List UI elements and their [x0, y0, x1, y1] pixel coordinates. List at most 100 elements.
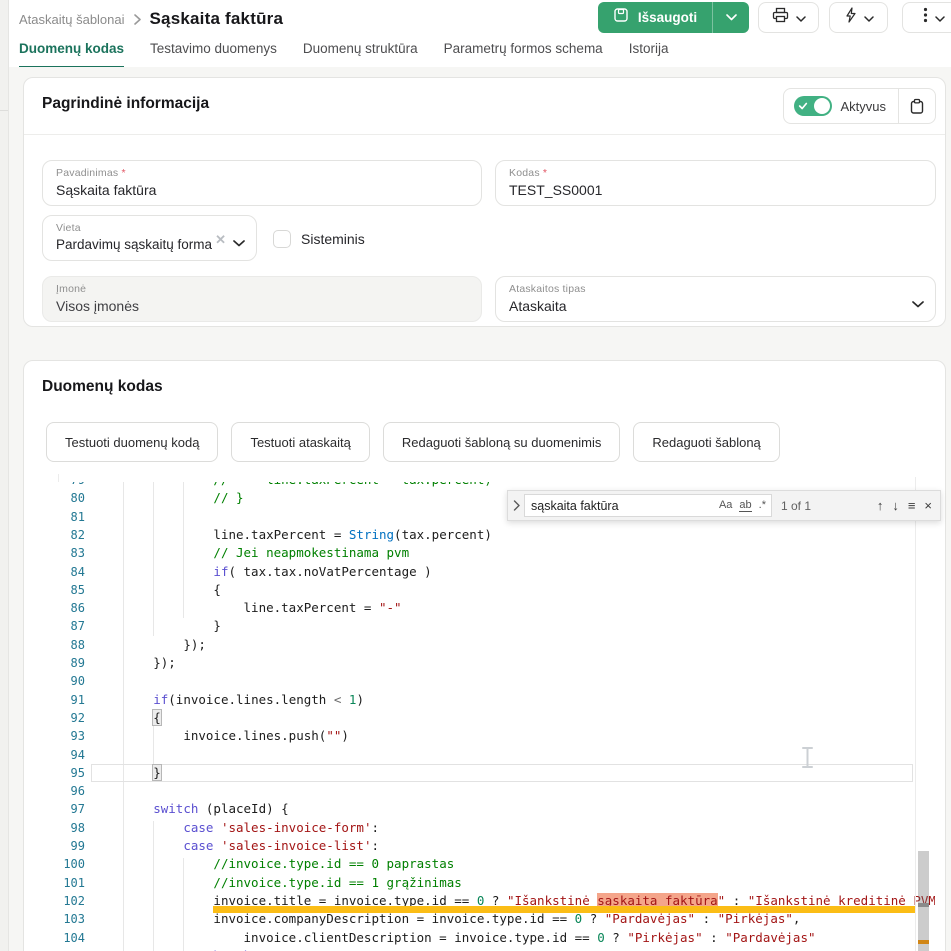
save-split-button[interactable]: Išsaugoti [598, 2, 749, 33]
code-line-97[interactable]: 97 switch (placeId) { [58, 800, 935, 818]
active-toggle[interactable] [794, 96, 832, 116]
sidebar-divider [0, 110, 8, 111]
line-number: 82 [58, 526, 85, 544]
regex-toggle[interactable]: .* [759, 499, 766, 512]
name-field[interactable]: Pavadinimas * Sąskaita faktūra [42, 160, 482, 206]
test-data-code-button[interactable]: Testuoti duomenų kodą [46, 422, 218, 462]
card-title: Duomenų kodas [42, 378, 163, 396]
code-line-83[interactable]: 83 // Jei neapmokestinama pvm [58, 544, 935, 562]
clipboard-icon [909, 98, 925, 115]
code-field[interactable]: Kodas * TEST_SS0001 [495, 160, 936, 206]
name-field-value[interactable]: Sąskaita faktūra [56, 182, 156, 198]
code-text: } [93, 617, 221, 635]
line-number: 104 [58, 929, 85, 947]
find-input[interactable]: sąskaita faktūra Aa ab .* [524, 494, 772, 517]
tab-parametru-formos-schema[interactable]: Parametrų formos schema [444, 37, 603, 67]
code-line-85[interactable]: 85 { [58, 581, 935, 599]
report-type-select[interactable]: Ataskaitos tipas Ataskaita [495, 276, 936, 322]
place-select[interactable]: Vieta Pardavimų sąskaitų forma ✕ [42, 215, 257, 261]
systemic-checkbox-label[interactable]: Sisteminis [301, 231, 365, 247]
code-line-100[interactable]: 100 //invoice.type.id == 0 paprastas [58, 855, 935, 873]
code-line-98[interactable]: 98 case 'sales-invoice-form': [58, 819, 935, 837]
clear-icon[interactable]: ✕ [215, 232, 226, 248]
line-number: 100 [58, 855, 85, 873]
close-icon[interactable]: × [924, 498, 932, 513]
edit-template-with-data-button[interactable]: Redaguoti šabloną su duomenimis [383, 422, 620, 462]
save-dropdown-button[interactable] [713, 2, 749, 33]
tab-duomenu-struktura[interactable]: Duomenų struktūra [303, 37, 418, 67]
code-line-92[interactable]: 92 { [58, 709, 935, 727]
code-line-89[interactable]: 89 }); [58, 654, 935, 672]
find-query[interactable]: sąskaita faktūra [531, 499, 719, 513]
breadcrumb-parent[interactable]: Ataskaitų šablonai [19, 12, 125, 27]
code-text: //invoice.type.id == 0 paprastas [93, 855, 454, 873]
match-case-toggle[interactable]: Aa [719, 499, 732, 512]
code-line-91[interactable]: 91 if(invoice.lines.length < 1) [58, 691, 935, 709]
place-select-label: Vieta [56, 222, 81, 234]
calendar-button[interactable] [899, 89, 935, 123]
kebab-icon [923, 7, 928, 28]
whole-word-toggle[interactable]: ab [739, 499, 751, 512]
line-number: 88 [58, 636, 85, 654]
find-previous-icon[interactable]: ↑ [877, 498, 884, 513]
save-button-label: Išsaugoti [638, 10, 697, 25]
collapsed-sidebar-strip[interactable] [0, 0, 9, 951]
check-icon [798, 101, 808, 111]
code-line-84[interactable]: 84 if( tax.tax.noVatPercentage ) [58, 563, 935, 581]
code-line-87[interactable]: 87 } [58, 617, 935, 635]
code-line-90[interactable]: 90 [58, 672, 935, 690]
card-title: Pagrindinė informacija [42, 95, 209, 113]
code-editor[interactable]: 79 // line.taxPercent = tax.percent)80 /… [58, 482, 935, 951]
tab-duomenu-kodas[interactable]: Duomenų kodas [19, 37, 124, 69]
code-line-88[interactable]: 88 }); [58, 636, 935, 654]
edit-template-button[interactable]: Redaguoti šabloną [633, 422, 779, 462]
code-text: case 'sales-invoice-list': [93, 837, 379, 855]
code-text: invoice.clientDescription = invoice.type… [93, 929, 816, 947]
editor-scrollbar[interactable] [918, 851, 929, 951]
more-actions-button[interactable] [902, 2, 951, 33]
tab-testavimo-duomenys[interactable]: Testavimo duomenys [150, 37, 277, 67]
line-number: 86 [58, 599, 85, 617]
code-text: line.taxPercent = "-" [93, 599, 402, 617]
zap-icon [844, 7, 857, 28]
line-number: 84 [58, 563, 85, 581]
line-number: 85 [58, 581, 85, 599]
code-line-99[interactable]: 99 case 'sales-invoice-list': [58, 837, 935, 855]
toggle-replace-icon[interactable] [508, 500, 524, 511]
line-number: 91 [58, 691, 85, 709]
print-button[interactable] [758, 2, 819, 33]
line-number: 90 [58, 672, 85, 690]
breadcrumb: Ataskaitų šablonai Sąskaita faktūra [19, 7, 283, 31]
test-report-button[interactable]: Testuoti ataskaitą [231, 422, 369, 462]
systemic-checkbox[interactable] [273, 230, 291, 248]
required-asterisk: * [121, 167, 125, 179]
tab-bar: Duomenų kodas Testavimo duomenys Duomenų… [19, 37, 951, 68]
code-field-value[interactable]: TEST_SS0001 [509, 182, 602, 198]
code-line-96[interactable]: 96 [58, 782, 935, 800]
line-number: 95 [58, 764, 85, 782]
code-line-86[interactable]: 86 line.taxPercent = "-" [58, 599, 935, 617]
code-line-104[interactable]: 104 invoice.clientDescription = invoice.… [58, 929, 935, 947]
code-line-93[interactable]: 93 invoice.lines.push("") [58, 727, 935, 745]
app-window: Ataskaitų šablonai Sąskaita faktūra Išsa… [0, 0, 951, 951]
code-line-101[interactable]: 101 //invoice.type.id == 1 grąžinimas [58, 874, 935, 892]
line-number: 89 [58, 654, 85, 672]
automation-button[interactable] [829, 2, 888, 33]
code-line-105[interactable]: 105 break; [58, 947, 935, 951]
tab-istorija[interactable]: Istorija [629, 37, 669, 67]
chevron-down-icon[interactable] [912, 295, 924, 313]
code-text: invoice.lines.push("") [93, 727, 349, 745]
code-line-82[interactable]: 82 line.taxPercent = String(tax.percent) [58, 526, 935, 544]
save-button[interactable]: Išsaugoti [598, 2, 712, 33]
chevron-down-icon[interactable] [233, 234, 245, 252]
code-text: // Jei neapmokestinama pvm [93, 544, 409, 562]
chevron-down-icon [864, 9, 874, 27]
find-next-icon[interactable]: ↓ [892, 498, 899, 513]
line-number: 97 [58, 800, 85, 818]
code-line-79[interactable]: 79 // line.taxPercent = tax.percent) [58, 482, 935, 489]
editor-right-border [915, 477, 916, 951]
code-text: case 'sales-invoice-form': [93, 819, 379, 837]
toggle-knob [814, 98, 830, 114]
highlight-underline-bar [213, 906, 915, 913]
find-in-selection-icon[interactable]: ≡ [908, 498, 916, 513]
